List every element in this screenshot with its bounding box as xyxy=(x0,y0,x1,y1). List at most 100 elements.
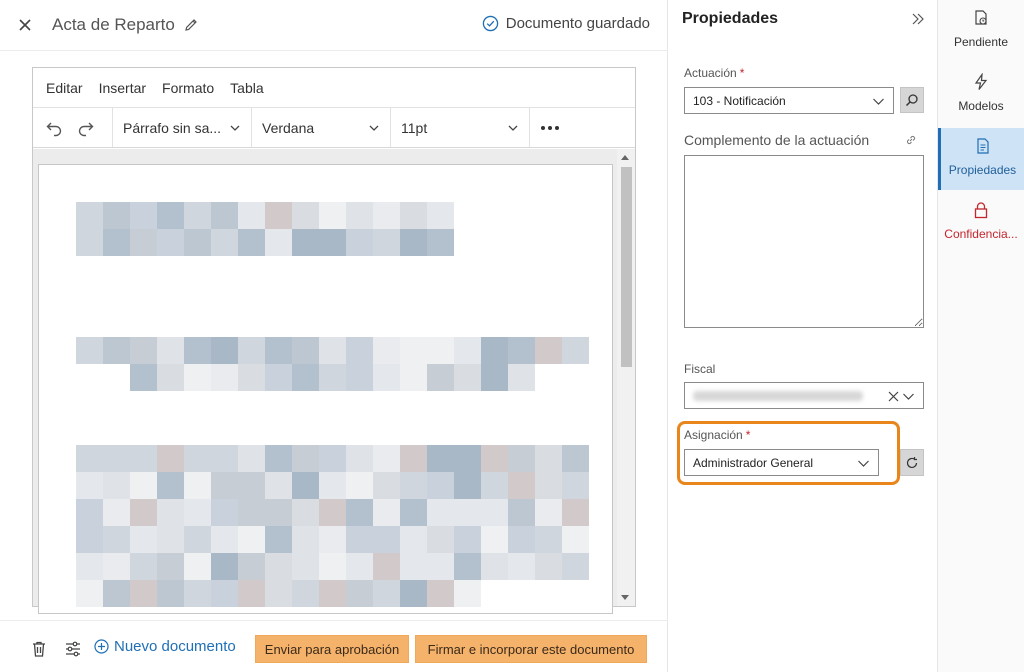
redacted-pixel xyxy=(292,553,319,580)
redacted-pixel xyxy=(157,553,184,580)
trash-icon[interactable] xyxy=(30,640,48,658)
menu-formato[interactable]: Formato xyxy=(162,80,214,96)
redacted-pixel xyxy=(481,364,508,391)
redacted-content xyxy=(76,445,589,607)
editor-header: Acta de Reparto Documento guardado xyxy=(0,0,668,51)
settings-sliders-icon[interactable] xyxy=(64,640,82,658)
edit-pencil-icon[interactable] xyxy=(183,17,199,33)
redacted-pixel xyxy=(76,202,103,229)
more-options-button[interactable] xyxy=(530,108,570,147)
redacted-pixel xyxy=(373,499,400,526)
redacted-pixel xyxy=(265,580,292,607)
redacted-pixel xyxy=(427,472,454,499)
rail-item-confidencialidad[interactable]: Confidencia... xyxy=(938,192,1024,254)
redacted-pixel xyxy=(103,526,130,553)
menu-insertar[interactable]: Insertar xyxy=(99,80,146,96)
redo-icon[interactable] xyxy=(77,119,95,137)
rail-item-propiedades[interactable]: Propiedades xyxy=(938,128,1024,190)
redacted-pixel xyxy=(427,553,454,580)
sign-and-incorporate-button[interactable]: Firmar e incorporar este documento xyxy=(415,635,647,663)
font-family-select[interactable]: Verdana xyxy=(252,108,391,147)
font-size-select[interactable]: 11pt xyxy=(391,108,530,147)
menu-editar[interactable]: Editar xyxy=(46,80,83,96)
redacted-pixel xyxy=(292,472,319,499)
link-icon[interactable] xyxy=(905,134,917,146)
search-button[interactable] xyxy=(900,87,924,113)
rail-item-modelos[interactable]: Modelos xyxy=(938,64,1024,126)
redacted-pixel xyxy=(319,499,346,526)
redacted-pixel xyxy=(211,499,238,526)
menu-tabla[interactable]: Tabla xyxy=(230,80,263,96)
redacted-pixel xyxy=(157,580,184,607)
chevron-down-icon xyxy=(508,125,518,131)
redacted-pixel xyxy=(346,202,373,229)
clear-icon[interactable] xyxy=(888,391,899,402)
redacted-pixel xyxy=(454,499,481,526)
redacted-pixel xyxy=(346,364,373,391)
redacted-pixel xyxy=(319,364,346,391)
send-for-approval-button[interactable]: Enviar para aprobación xyxy=(255,635,409,663)
redacted-pixel xyxy=(508,472,535,499)
redacted-pixel xyxy=(76,445,103,472)
chevron-down-icon xyxy=(903,393,914,400)
redacted-pixel xyxy=(535,499,562,526)
properties-panel: Propiedades Actuación * 103 - Notificació… xyxy=(669,0,938,672)
vertical-scrollbar[interactable] xyxy=(617,149,635,606)
redacted-pixel xyxy=(373,553,400,580)
redacted-pixel xyxy=(211,526,238,553)
fiscal-select[interactable] xyxy=(684,382,924,409)
redacted-pixel xyxy=(508,337,535,364)
document-page[interactable] xyxy=(38,164,613,614)
editor-footer: Nuevo documento Enviar para aprobación F… xyxy=(0,620,668,672)
redacted-pixel xyxy=(373,337,400,364)
scroll-up-arrow[interactable] xyxy=(621,155,629,160)
redacted-pixel xyxy=(319,526,346,553)
redacted-pixel xyxy=(400,526,427,553)
scroll-down-arrow[interactable] xyxy=(621,595,629,600)
pending-document-icon xyxy=(975,10,987,25)
redacted-pixel xyxy=(184,364,211,391)
complemento-label: Complemento de la actuación xyxy=(684,132,870,148)
side-rail: Pendiente Modelos Propiedades Confidenci… xyxy=(938,0,1024,672)
actuacion-select[interactable]: 103 - Notificación xyxy=(684,87,894,114)
scroll-thumb[interactable] xyxy=(621,167,632,367)
redacted-pixel xyxy=(130,364,157,391)
redacted-pixel xyxy=(265,364,292,391)
redacted-pixel xyxy=(103,580,130,607)
redacted-pixel xyxy=(292,526,319,553)
document-canvas[interactable] xyxy=(33,149,635,614)
redacted-pixel xyxy=(562,472,589,499)
redacted-pixel xyxy=(508,364,535,391)
collapse-panel-icon[interactable] xyxy=(911,12,925,26)
redacted-pixel xyxy=(562,553,589,580)
redacted-pixel xyxy=(130,337,157,364)
redacted-pixel xyxy=(238,202,265,229)
rail-item-pendiente[interactable]: Pendiente xyxy=(938,0,1024,62)
redacted-pixel xyxy=(238,229,265,256)
redacted-pixel xyxy=(184,337,211,364)
redacted-pixel xyxy=(346,526,373,553)
paragraph-style-select[interactable]: Párrafo sin sa... xyxy=(113,108,252,147)
refresh-button[interactable] xyxy=(900,449,924,476)
undo-icon[interactable] xyxy=(45,119,63,137)
redacted-pixel xyxy=(238,580,265,607)
redacted-pixel xyxy=(157,499,184,526)
add-circle-icon xyxy=(94,639,109,654)
redacted-pixel xyxy=(157,229,184,256)
redacted-pixel xyxy=(535,337,562,364)
complemento-textarea[interactable] xyxy=(684,155,924,328)
redacted-pixel xyxy=(184,580,211,607)
redacted-pixel xyxy=(508,580,535,607)
redacted-pixel xyxy=(454,526,481,553)
redacted-pixel xyxy=(130,553,157,580)
redacted-pixel xyxy=(346,337,373,364)
new-document-link[interactable]: Nuevo documento xyxy=(94,638,236,655)
asignacion-highlight-box xyxy=(677,421,900,485)
rail-label-propiedades: Propiedades xyxy=(948,163,1017,177)
redacted-pixel xyxy=(562,337,589,364)
redacted-pixel xyxy=(292,229,319,256)
redacted-pixel xyxy=(238,553,265,580)
redacted-pixel xyxy=(292,202,319,229)
redacted-pixel xyxy=(265,202,292,229)
close-icon[interactable] xyxy=(16,16,34,34)
